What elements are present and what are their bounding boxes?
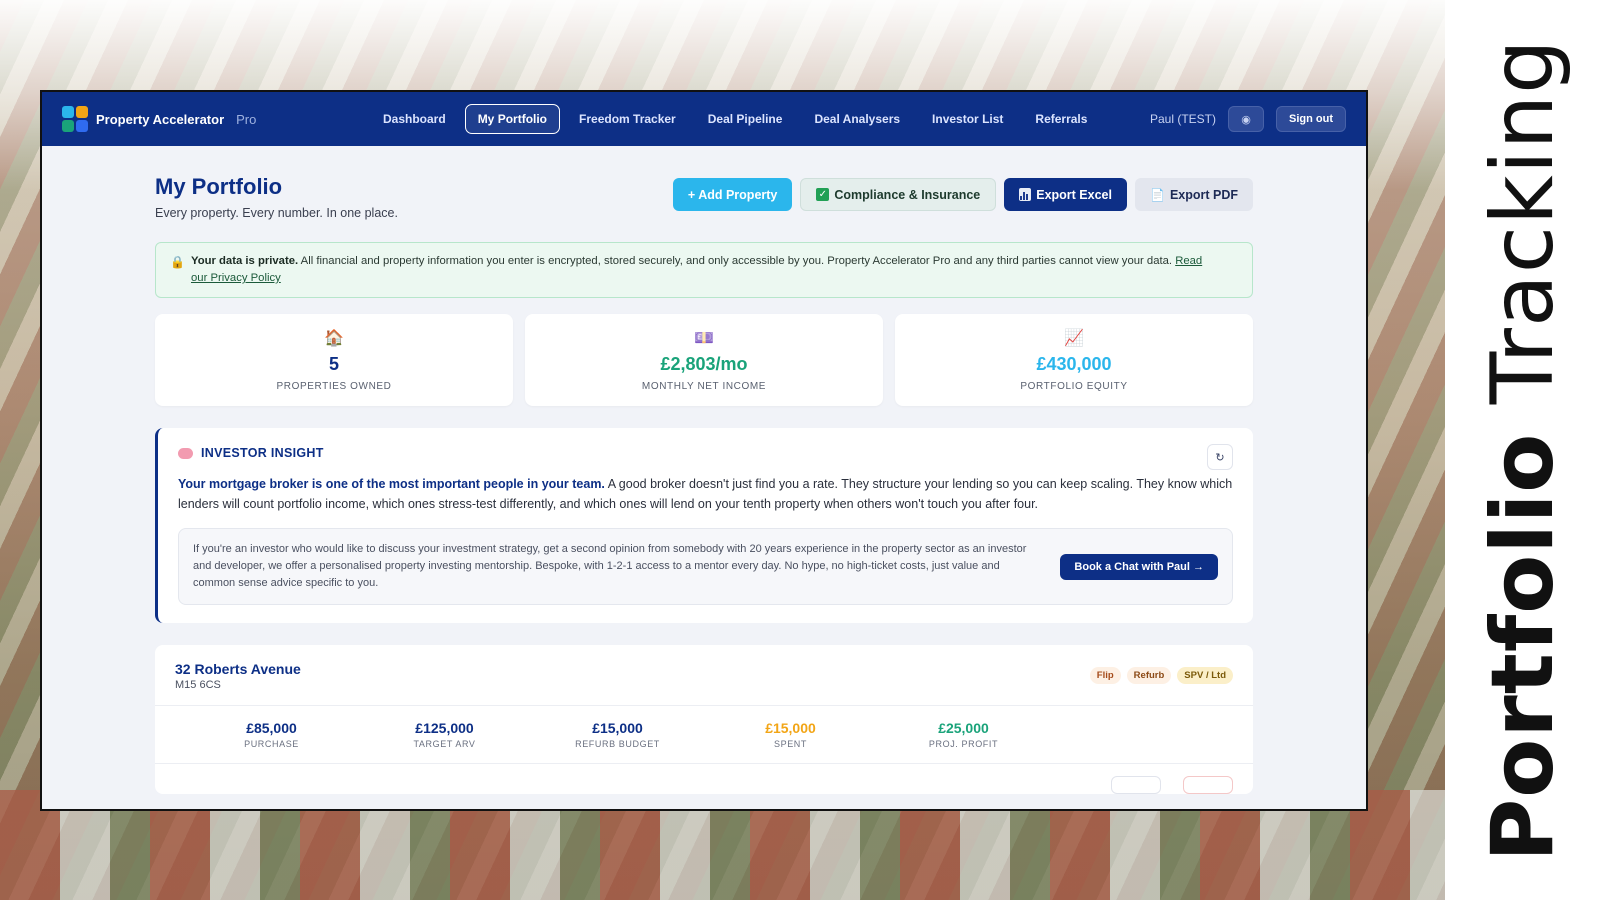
insight-text: Your mortgage broker is one of the most … xyxy=(178,477,1233,511)
brand-name: Property Accelerator xyxy=(96,111,225,127)
page-header: My Portfolio Every property. Every numbe… xyxy=(155,174,1253,220)
app-window: Property Accelerator Pro Dashboard My Po… xyxy=(40,90,1368,811)
compliance-insurance-button[interactable]: ✓ Compliance & Insurance xyxy=(800,178,997,211)
page-subtitle: Every property. Every number. In one pla… xyxy=(155,206,398,220)
add-property-button[interactable]: + Add Property xyxy=(672,178,793,211)
delete-button[interactable] xyxy=(1183,776,1233,794)
property-card[interactable]: 32 Roberts Avenue M15 6CS Flip Refurb SP… xyxy=(155,645,1253,794)
check-icon: ✓ xyxy=(816,188,830,201)
property-postcode: M15 6CS xyxy=(175,679,221,691)
stat-value: £2,803/mo xyxy=(660,354,748,374)
page-title: My Portfolio xyxy=(155,174,283,199)
theme-toggle-icon[interactable]: ◉ xyxy=(1228,106,1264,132)
lock-icon: 🔒 xyxy=(170,255,185,269)
house-icon: 🏠 xyxy=(324,330,344,347)
topbar-user-area: Paul (TEST) ◉ Sign out xyxy=(1150,106,1346,132)
nav-investor-list[interactable]: Investor List xyxy=(919,104,1016,134)
chart-up-icon: 📈 xyxy=(1064,330,1084,347)
stat-label: PROPERTIES OWNED xyxy=(276,381,392,392)
user-name: Paul (TEST) xyxy=(1149,112,1216,126)
tag-spv: SPV / Ltd xyxy=(1177,667,1233,684)
top-navbar: Property Accelerator Pro Dashboard My Po… xyxy=(42,92,1366,146)
export-pdf-button[interactable]: 📄 Export PDF xyxy=(1134,178,1253,211)
bar-chart-icon xyxy=(1019,188,1032,201)
metric-target-arv: £125,000 TARGET ARV xyxy=(413,720,476,749)
stat-value: £430,000 xyxy=(1036,354,1112,374)
tag-refurb: Refurb xyxy=(1126,667,1172,684)
insight-heading: INVESTOR INSIGHT xyxy=(178,446,1233,460)
metric-spent: £15,000 SPENT xyxy=(765,720,816,749)
book-chat-button[interactable]: Book a Chat with Paul → xyxy=(1060,553,1218,580)
nav-deal-pipeline[interactable]: Deal Pipeline xyxy=(695,104,796,134)
property-name: 32 Roberts Avenue xyxy=(175,661,301,677)
side-title-panel: Portfolio Tracking xyxy=(1445,0,1600,900)
mentorship-box: If you're an investor who would like to … xyxy=(178,528,1233,605)
brand-logo[interactable]: Property Accelerator Pro xyxy=(62,106,362,132)
metric-purchase: £85,000 PURCHASE xyxy=(244,720,299,749)
main-nav: Dashboard My Portfolio Freedom Tracker D… xyxy=(370,104,1100,134)
metric-proj-profit: £25,000 PROJ. PROFIT xyxy=(928,720,999,749)
mentorship-text: If you're an investor who would like to … xyxy=(193,543,1027,589)
stat-value: 5 xyxy=(328,354,339,374)
stats-row: 🏠 5 PROPERTIES OWNED 💷 £2,803/mo MONTHLY… xyxy=(155,314,1253,406)
stat-card-properties: 🏠 5 PROPERTIES OWNED xyxy=(155,314,513,406)
property-header: 32 Roberts Avenue M15 6CS Flip Refurb SP… xyxy=(155,645,1253,706)
money-icon: 💷 xyxy=(694,330,714,347)
main-content: My Portfolio Every property. Every numbe… xyxy=(42,174,1366,794)
nav-freedom-tracker[interactable]: Freedom Tracker xyxy=(566,104,689,134)
nav-dashboard[interactable]: Dashboard xyxy=(370,104,459,134)
stat-label: MONTHLY NET INCOME xyxy=(641,381,767,392)
document-icon: 📄 xyxy=(1149,187,1165,202)
nav-referrals[interactable]: Referrals xyxy=(1022,104,1100,134)
grid-logo-icon xyxy=(62,106,88,132)
property-tags: Flip Refurb SPV / Ltd xyxy=(1089,667,1233,684)
stat-card-income: 💷 £2,803/mo MONTHLY NET INCOME xyxy=(525,314,883,406)
property-metrics: £85,000 PURCHASE £125,000 TARGET ARV £15… xyxy=(155,706,1253,764)
investor-insight-card: INVESTOR INSIGHT ↻ Your mortgage broker … xyxy=(155,428,1253,623)
privacy-notice: 🔒 Your data is private. All financial an… xyxy=(155,242,1253,298)
tag-flip: Flip xyxy=(1089,667,1121,684)
export-excel-button[interactable]: Export Excel xyxy=(1004,178,1127,211)
side-title: Portfolio Tracking xyxy=(1472,38,1573,862)
edit-button[interactable] xyxy=(1111,776,1161,794)
refresh-icon[interactable]: ↻ xyxy=(1207,444,1233,470)
brand-suffix: Pro xyxy=(236,111,257,127)
brain-icon xyxy=(178,447,193,459)
nav-my-portfolio[interactable]: My Portfolio xyxy=(464,104,561,134)
stat-label: PORTFOLIO EQUITY xyxy=(1020,381,1128,392)
sign-out-button[interactable]: Sign out xyxy=(1276,106,1346,132)
stat-card-equity: 📈 £430,000 PORTFOLIO EQUITY xyxy=(895,314,1253,406)
metric-refurb-budget: £15,000 REFURB BUDGET xyxy=(575,720,660,749)
header-actions: + Add Property ✓ Compliance & Insurance … xyxy=(672,178,1253,211)
property-footer xyxy=(155,764,1253,794)
nav-deal-analysers[interactable]: Deal Analysers xyxy=(801,104,913,134)
